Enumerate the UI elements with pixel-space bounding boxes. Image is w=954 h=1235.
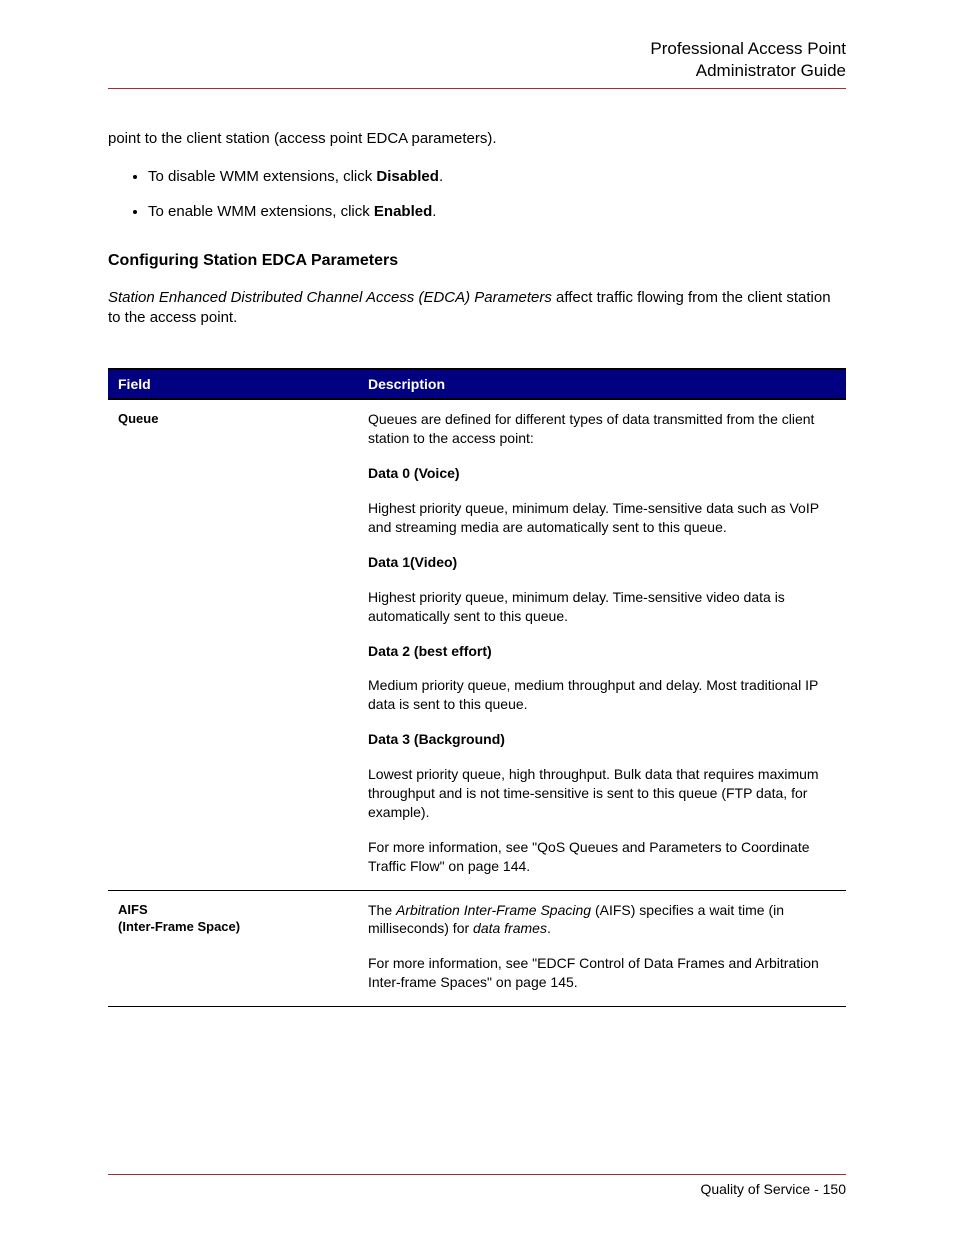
description-block: Data 1(Video): [368, 553, 836, 572]
description-block: Data 0 (Voice): [368, 464, 836, 483]
bullet-text-bold: Disabled: [376, 168, 439, 185]
section-intro: Station Enhanced Distributed Channel Acc…: [108, 288, 846, 329]
footer-page: 150: [823, 1181, 846, 1197]
footer-section: Quality of Service: [700, 1181, 810, 1197]
section-intro-italic: Station Enhanced Distributed Channel Acc…: [108, 289, 552, 306]
bullet-text-prefix: To enable WMM extensions, click: [148, 203, 374, 220]
bullet-list: To disable WMM extensions, click Disable…: [108, 167, 846, 222]
bullet-text-prefix: To disable WMM extensions, click: [148, 168, 376, 185]
description-block: Highest priority queue, minimum delay. T…: [368, 499, 836, 537]
page-footer: Quality of Service - 150: [108, 1174, 846, 1197]
table-header-row: Field Description: [108, 369, 846, 399]
description-block: Lowest priority queue, high throughput. …: [368, 765, 836, 822]
header-description: Description: [358, 369, 846, 399]
description-block: For more information, see "QoS Queues an…: [368, 838, 836, 876]
description-cell: Queues are defined for different types o…: [358, 399, 846, 890]
description-block: Highest priority queue, minimum delay. T…: [368, 588, 836, 626]
field-cell: AIFS(Inter-Frame Space): [108, 890, 358, 1007]
table-row: Queue Queues are defined for different ty…: [108, 399, 846, 890]
description-cell: The Arbitration Inter-Frame Spacing (AIF…: [358, 890, 846, 1007]
bullet-text-bold: Enabled: [374, 203, 432, 220]
parameters-table: Field Description Queue Queues are define…: [108, 368, 846, 1007]
field-cell: Queue: [108, 399, 358, 890]
intro-fragment: point to the client station (access poin…: [108, 129, 846, 149]
description-block: Data 2 (best effort): [368, 642, 836, 661]
description-block: For more information, see "EDCF Control …: [368, 954, 836, 992]
description-block: Data 3 (Background): [368, 730, 836, 749]
description-block: Queues are defined for different types o…: [368, 410, 836, 448]
list-item: To disable WMM extensions, click Disable…: [148, 167, 846, 187]
description-block: Medium priority queue, medium throughput…: [368, 676, 836, 714]
header-line-2: Administrator Guide: [108, 60, 846, 82]
table-body: Queue Queues are defined for different ty…: [108, 399, 846, 1006]
footer-sep: -: [810, 1181, 822, 1197]
header-line-1: Professional Access Point: [108, 38, 846, 60]
page-header: Professional Access Point Administrator …: [108, 38, 846, 82]
description-block: The Arbitration Inter-Frame Spacing (AIF…: [368, 901, 836, 939]
header-underline: [108, 88, 846, 89]
table-row: AIFS(Inter-Frame Space) The Arbitration I…: [108, 890, 846, 1007]
list-item: To enable WMM extensions, click Enabled.: [148, 202, 846, 222]
page-container: Professional Access Point Administrator …: [0, 0, 954, 1235]
section-heading: Configuring Station EDCA Parameters: [108, 252, 846, 270]
bullet-text-suffix: .: [439, 168, 443, 185]
header-field: Field: [108, 369, 358, 399]
bullet-text-suffix: .: [432, 203, 436, 220]
